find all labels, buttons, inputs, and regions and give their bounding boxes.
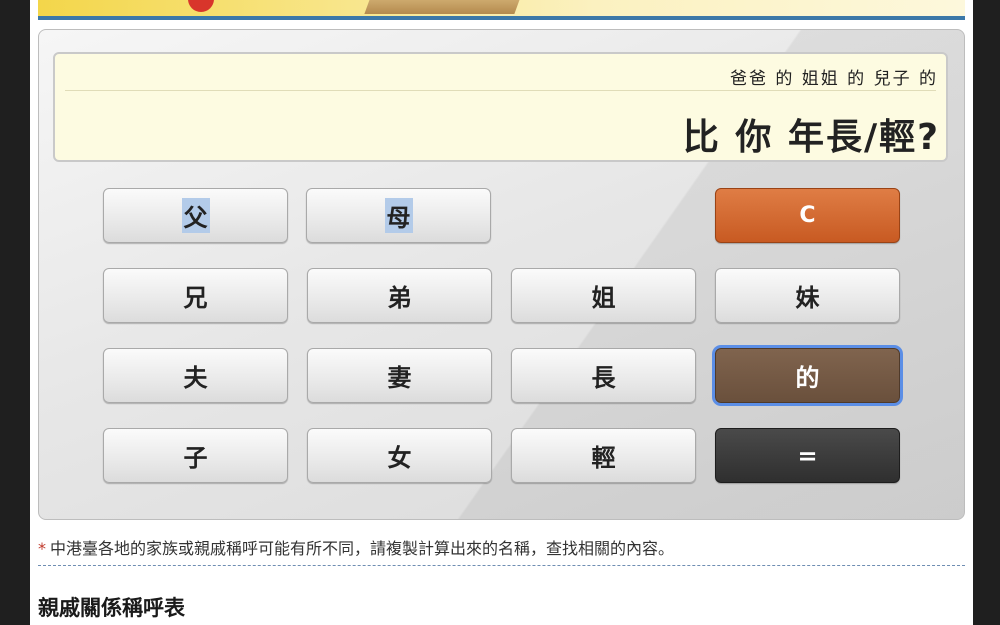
disclaimer-note: * 中港臺各地的家族或親戚稱呼可能有所不同，請複製計算出來的名稱，查找相關的內容。 xyxy=(38,535,674,559)
section-title: 親戚關係稱呼表 xyxy=(38,596,185,620)
header-banner xyxy=(38,0,965,16)
clear-button[interactable]: C xyxy=(715,188,900,243)
mother-key[interactable]: 母 xyxy=(306,188,491,243)
display-divider xyxy=(65,90,936,91)
banner-decoration-box xyxy=(364,0,522,14)
elder-sister-key[interactable]: 姐 xyxy=(511,268,696,323)
younger-key-label: 輕 xyxy=(591,444,616,472)
note-marker: * xyxy=(38,539,46,558)
page-content: 爸爸 的 姐姐 的 兒子 的 比 你 年長/輕? 父 母 C 兄 弟 姐 妹 夫 xyxy=(30,0,973,625)
note-text: 中港臺各地的家族或親戚稱呼可能有所不同，請複製計算出來的名稱，查找相關的內容。 xyxy=(50,539,675,558)
mother-key-label: 母 xyxy=(384,198,413,233)
elder-brother-key-label: 兄 xyxy=(183,284,208,312)
younger-key[interactable]: 輕 xyxy=(511,428,696,483)
display-expression: 爸爸 的 姐姐 的 兒子 的 xyxy=(729,69,938,89)
relative-calculator: 爸爸 的 姐姐 的 兒子 的 比 你 年長/輕? 父 母 C 兄 弟 姐 妹 夫 xyxy=(38,29,965,520)
banner-divider xyxy=(38,16,965,20)
younger-sister-key-label: 妹 xyxy=(795,284,820,312)
husband-key-label: 夫 xyxy=(183,364,208,392)
display-result: 比 你 年長/輕? xyxy=(682,117,940,158)
older-key[interactable]: 長 xyxy=(511,348,696,403)
father-key-label: 父 xyxy=(181,198,210,233)
elder-brother-key[interactable]: 兄 xyxy=(103,268,288,323)
older-key-label: 長 xyxy=(591,364,616,392)
of-key-label: 的 xyxy=(795,364,820,392)
wife-key-label: 妻 xyxy=(387,364,412,392)
younger-brother-key[interactable]: 弟 xyxy=(307,268,492,323)
calculator-display: 爸爸 的 姐姐 的 兒子 的 比 你 年長/輕? xyxy=(53,52,948,162)
husband-key[interactable]: 夫 xyxy=(103,348,288,403)
son-key-label: 子 xyxy=(183,444,208,472)
section-divider xyxy=(38,565,965,566)
equals-button[interactable]: = xyxy=(715,428,900,483)
daughter-key[interactable]: 女 xyxy=(307,428,492,483)
clear-button-label: C xyxy=(799,203,816,228)
elder-sister-key-label: 姐 xyxy=(591,284,616,312)
wife-key[interactable]: 妻 xyxy=(307,348,492,403)
daughter-key-label: 女 xyxy=(387,444,412,472)
father-key[interactable]: 父 xyxy=(103,188,288,243)
younger-sister-key[interactable]: 妹 xyxy=(715,268,900,323)
younger-brother-key-label: 弟 xyxy=(387,284,412,312)
equals-button-label: = xyxy=(797,441,818,470)
banner-decoration-red xyxy=(188,0,214,12)
of-key[interactable]: 的 xyxy=(715,348,900,403)
son-key[interactable]: 子 xyxy=(103,428,288,483)
